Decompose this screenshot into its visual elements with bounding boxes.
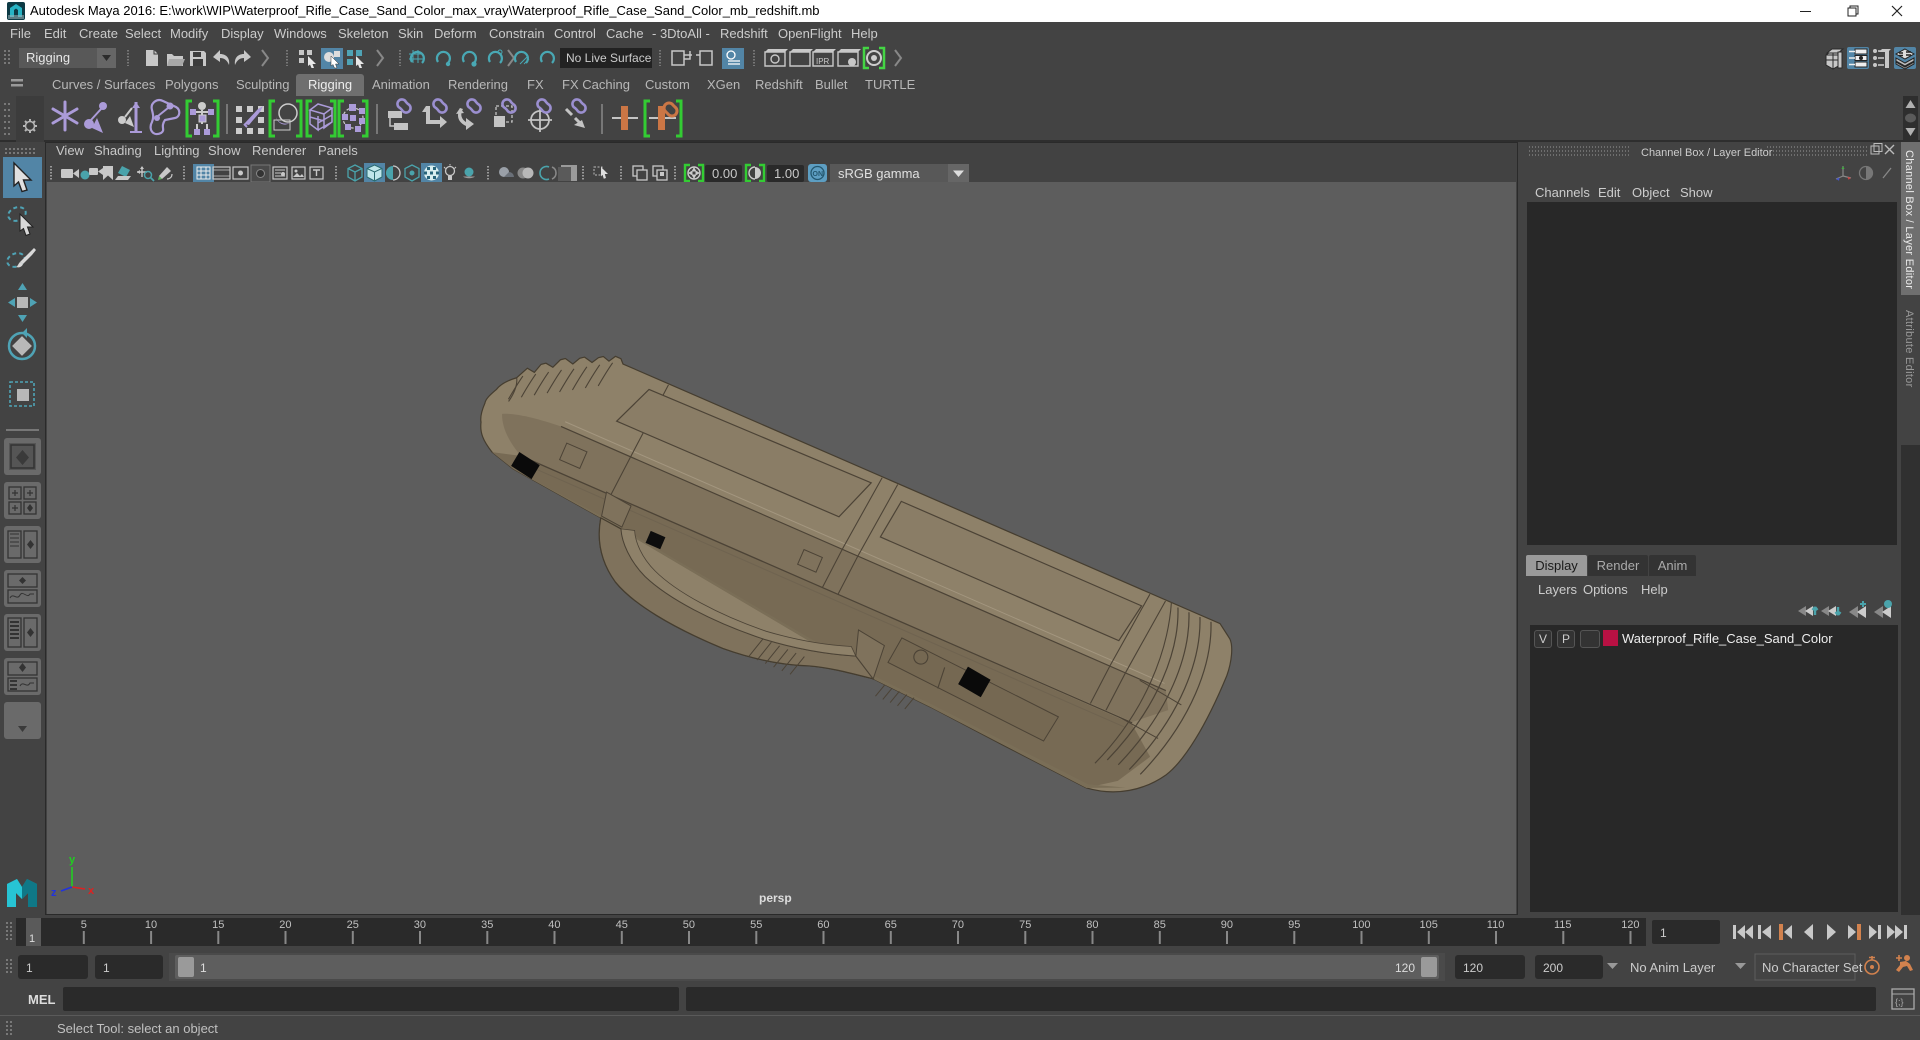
svg-text:85: 85 <box>1154 919 1166 931</box>
svg-text:100: 100 <box>1352 919 1370 931</box>
svg-text:1: 1 <box>1660 926 1667 940</box>
svg-text:IPR: IPR <box>816 57 830 66</box>
svg-text:40: 40 <box>548 919 560 931</box>
svg-text:110: 110 <box>1487 919 1505 931</box>
svg-text:95: 95 <box>1288 919 1300 931</box>
svg-text:10: 10 <box>145 919 157 931</box>
svg-text:1.00: 1.00 <box>774 166 799 181</box>
svg-text:65: 65 <box>885 919 897 931</box>
svg-text:z: z <box>51 887 57 899</box>
svg-text:35: 35 <box>481 919 493 931</box>
svg-text:70: 70 <box>952 919 964 931</box>
svg-text:1: 1 <box>29 933 35 945</box>
svg-text:1: 1 <box>26 961 33 975</box>
svg-text:x: x <box>88 885 95 897</box>
svg-text:105: 105 <box>1420 919 1438 931</box>
svg-text:45: 45 <box>616 919 628 931</box>
svg-text:Rigging: Rigging <box>26 50 70 65</box>
svg-text:75: 75 <box>1019 919 1031 931</box>
svg-text:ON: ON <box>813 171 824 178</box>
svg-text:15: 15 <box>212 919 224 931</box>
svg-text:120: 120 <box>1621 919 1639 931</box>
svg-text:{;}: {;} <box>1895 997 1904 1007</box>
svg-text:50: 50 <box>683 919 695 931</box>
svg-text:60: 60 <box>817 919 829 931</box>
svg-text:0.00: 0.00 <box>712 166 737 181</box>
svg-text:200: 200 <box>1543 961 1563 975</box>
svg-text:persp: persp <box>759 891 792 905</box>
svg-text:No Live Surface: No Live Surface <box>566 51 652 65</box>
svg-text:No Character Set: No Character Set <box>1762 960 1863 975</box>
svg-text:120: 120 <box>1463 961 1483 975</box>
svg-text:25: 25 <box>347 919 359 931</box>
svg-text:1: 1 <box>103 961 110 975</box>
svg-text:120: 120 <box>1395 961 1415 975</box>
svg-text:30: 30 <box>414 919 426 931</box>
svg-text:55: 55 <box>750 919 762 931</box>
svg-text:90: 90 <box>1221 919 1233 931</box>
svg-text:80: 80 <box>1086 919 1098 931</box>
svg-text:115: 115 <box>1554 919 1572 931</box>
svg-text:y: y <box>69 854 76 866</box>
svg-text:1: 1 <box>200 961 207 975</box>
svg-text:No Anim Layer: No Anim Layer <box>1630 960 1716 975</box>
svg-text:20: 20 <box>279 919 291 931</box>
svg-text:5: 5 <box>81 919 87 931</box>
svg-text:sRGB gamma: sRGB gamma <box>838 166 920 181</box>
